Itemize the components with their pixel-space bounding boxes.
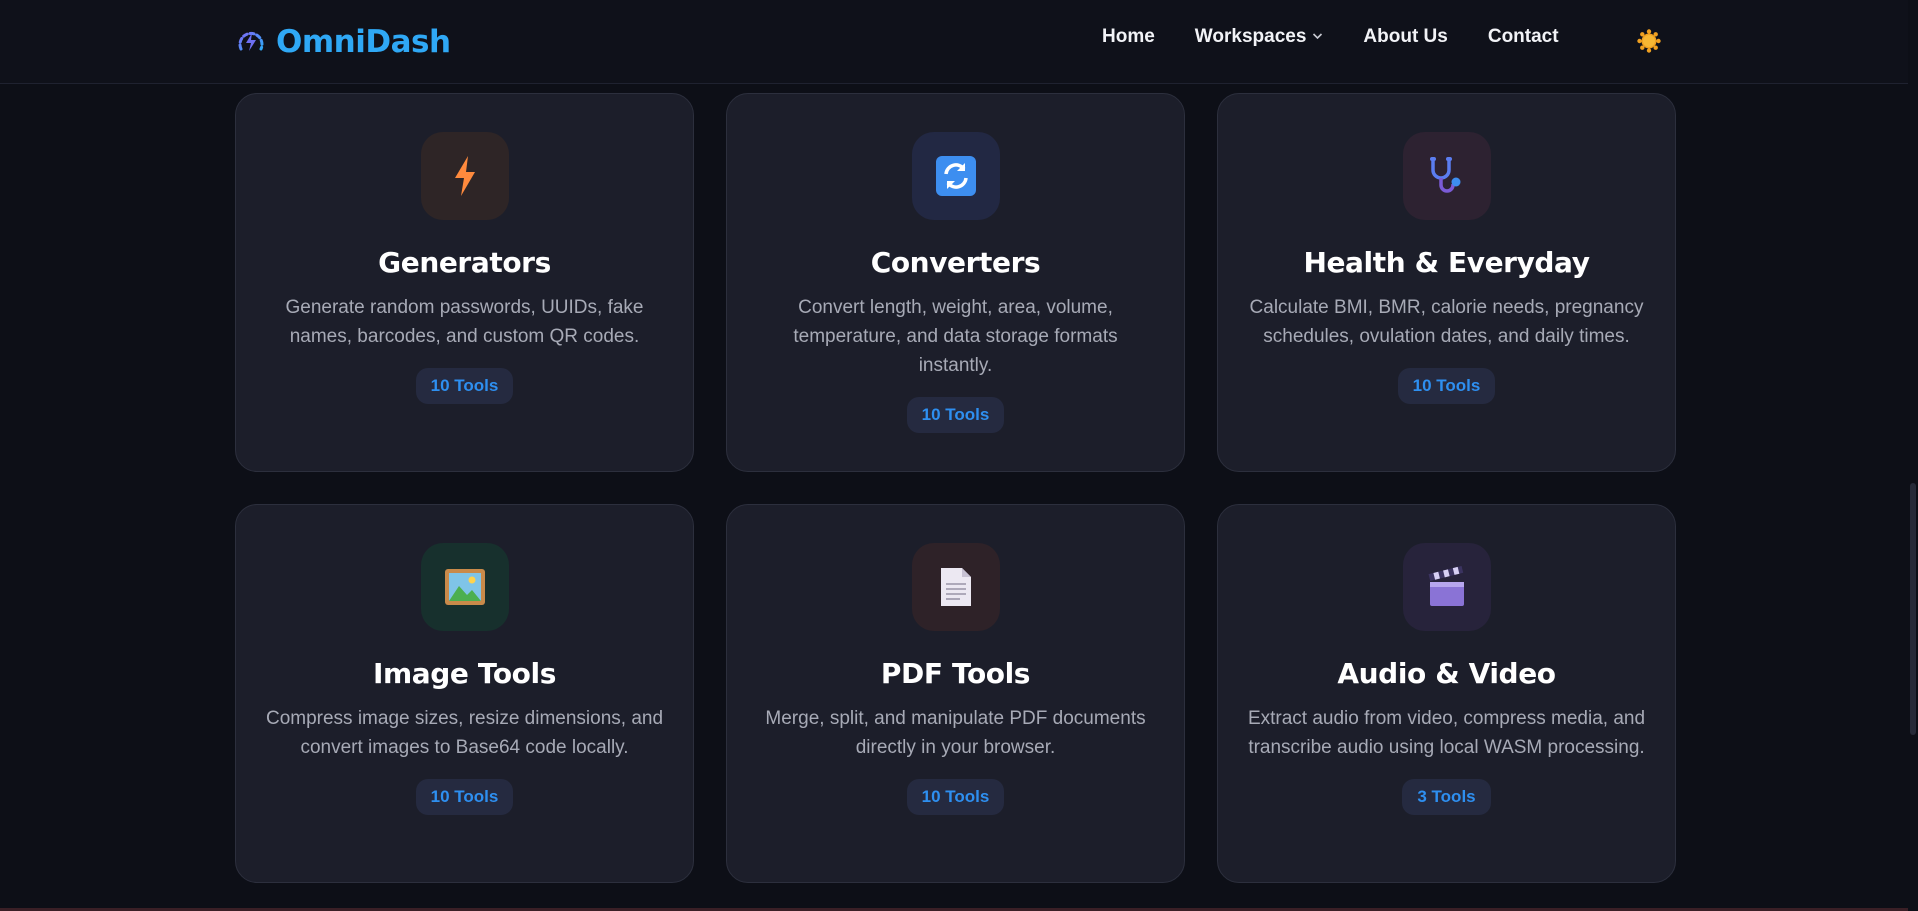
refresh-icon — [911, 132, 1000, 220]
card-title: Generators — [378, 246, 551, 279]
top-navbar: OmniDash Home Workspaces About Us Contac… — [0, 0, 1918, 84]
framed-picture-icon — [420, 543, 509, 631]
nav-workspaces-dropdown[interactable]: Workspaces — [1195, 26, 1324, 48]
brand-name: OmniDash — [276, 24, 451, 60]
tool-count-badge: 3 Tools — [1402, 779, 1491, 815]
card-title: Converters — [870, 246, 1041, 279]
theme-toggle-button[interactable] — [1636, 28, 1662, 59]
card-title: PDF Tools — [880, 657, 1031, 690]
category-card-audio-video[interactable]: Audio & Video Extract audio from video, … — [1217, 504, 1676, 883]
category-card-converters[interactable]: Converters Convert length, weight, area,… — [726, 93, 1185, 472]
scrollbar-thumb[interactable] — [1910, 483, 1916, 735]
card-description: Generate random passwords, UUIDs, fake n… — [285, 297, 644, 347]
scrollbar-track[interactable] — [1908, 0, 1918, 911]
tool-count-badge: 10 Tools — [1397, 368, 1496, 404]
category-card-pdf-tools[interactable]: PDF Tools Merge, split, and manipulate P… — [726, 504, 1185, 883]
stethoscope-icon — [1402, 132, 1491, 220]
category-card-generators[interactable]: Generators Generate random passwords, UU… — [235, 93, 694, 472]
lightning-gauge-icon — [236, 27, 266, 57]
nav-about-label: About Us — [1363, 26, 1448, 47]
card-title: Image Tools — [373, 657, 556, 690]
lightning-icon — [420, 132, 509, 220]
card-description: Convert length, weight, area, volume, te… — [793, 297, 1118, 376]
nav-home-label: Home — [1102, 26, 1155, 47]
brand[interactable]: OmniDash — [236, 22, 451, 62]
nav-home-link[interactable]: Home — [1102, 26, 1155, 48]
nav-contact-link[interactable]: Contact — [1488, 26, 1559, 48]
category-card-image-tools[interactable]: Image Tools Compress image sizes, resize… — [235, 504, 694, 883]
nav-links: Home Workspaces About Us Contact — [1102, 26, 1599, 48]
chevron-down-icon — [1312, 31, 1323, 43]
sun-icon — [1636, 28, 1662, 59]
nav-about-link[interactable]: About Us — [1363, 26, 1447, 48]
card-title: Audio & Video — [1337, 657, 1556, 690]
tool-count-badge: 10 Tools — [415, 779, 514, 815]
card-description: Extract audio from video, compress media… — [1247, 708, 1646, 758]
category-grid: Generators Generate random passwords, UU… — [235, 93, 1676, 883]
card-description: Merge, split, and manipulate PDF documen… — [765, 708, 1146, 758]
category-card-health[interactable]: Health & Everyday Calculate BMI, BMR, ca… — [1217, 93, 1676, 472]
tool-count-badge: 10 Tools — [906, 779, 1005, 815]
tool-count-badge: 10 Tools — [415, 368, 514, 404]
document-icon — [911, 543, 1000, 631]
card-title: Health & Everyday — [1303, 246, 1590, 279]
card-description: Compress image sizes, resize dimensions,… — [265, 708, 664, 758]
nav-contact-label: Contact — [1487, 26, 1559, 47]
tool-count-badge: 10 Tools — [906, 397, 1005, 433]
clapperboard-icon — [1402, 543, 1491, 631]
card-description: Calculate BMI, BMR, calorie needs, pregn… — [1249, 297, 1644, 347]
nav-workspaces-label: Workspaces — [1194, 26, 1307, 47]
